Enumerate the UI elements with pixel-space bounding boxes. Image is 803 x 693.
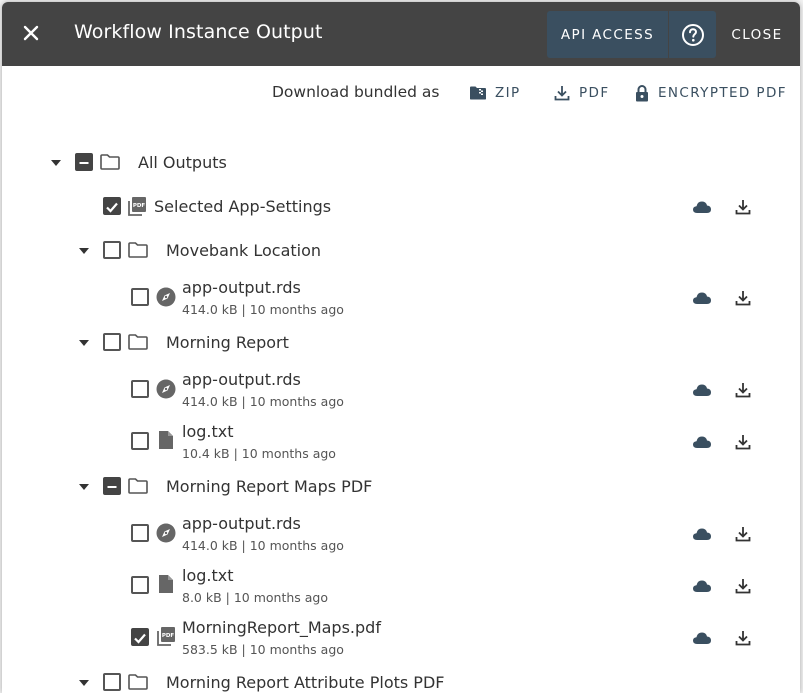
compass-icon xyxy=(156,287,176,307)
tree-file-log-txt[interactable]: log.txt 8.0 kB | 10 months ago xyxy=(2,564,800,608)
tree-file-morningreport-maps-pdf[interactable]: PDF MorningReport_Maps.pdf 583.5 kB | 10… xyxy=(2,616,800,660)
output-dialog: Workflow Instance Output API ACCESS CLOS… xyxy=(2,2,800,693)
tree-file-log-txt[interactable]: log.txt 10.4 kB | 10 months ago xyxy=(2,420,800,464)
cloud-icon[interactable] xyxy=(692,200,712,214)
file-meta: 8.0 kB | 10 months ago xyxy=(182,590,329,605)
file-name: log.txt xyxy=(182,422,234,441)
tree-root-row: All Outputs xyxy=(2,150,800,176)
folder-label: Morning Report Attribute Plots PDF xyxy=(166,673,445,692)
pdf-file-icon: PDF xyxy=(128,197,146,216)
file-icon xyxy=(159,431,173,449)
root-label: All Outputs xyxy=(138,153,227,172)
folder-label: Movebank Location xyxy=(166,241,322,260)
folder-checkbox[interactable] xyxy=(103,241,121,259)
root-checkbox[interactable] xyxy=(75,153,93,171)
file-checkbox[interactable] xyxy=(131,380,149,398)
file-meta: 414.0 kB | 10 months ago xyxy=(182,538,344,553)
close-button[interactable]: CLOSE xyxy=(724,11,790,58)
tree-folder-morning-report-maps-pdf[interactable]: Morning Report Maps PDF xyxy=(2,474,800,500)
caret-down-icon[interactable] xyxy=(78,679,90,687)
cloud-icon[interactable] xyxy=(692,435,712,449)
download-icon xyxy=(554,86,570,101)
help-button[interactable] xyxy=(669,11,716,58)
download-bar: Download bundled as ZIP PDF ENCRYPTED PD… xyxy=(2,82,800,104)
folder-checkbox[interactable] xyxy=(103,333,121,351)
dialog-title: Workflow Instance Output xyxy=(74,21,323,43)
tree-folder-movebank-location[interactable]: Movebank Location xyxy=(2,238,800,264)
file-meta: 583.5 kB | 10 months ago xyxy=(182,642,344,657)
cloud-icon[interactable] xyxy=(692,631,712,645)
download-icon[interactable] xyxy=(735,199,751,215)
caret-down-icon[interactable] xyxy=(78,483,90,491)
file-meta: 10.4 kB | 10 months ago xyxy=(182,446,336,461)
file-checkbox[interactable] xyxy=(131,288,149,306)
download-zip-button[interactable]: ZIP xyxy=(470,82,521,104)
file-checkbox[interactable] xyxy=(131,524,149,542)
download-pdf-button[interactable]: PDF xyxy=(554,82,610,104)
file-icon xyxy=(159,575,173,593)
folder-icon xyxy=(128,674,148,690)
cloud-icon[interactable] xyxy=(692,383,712,397)
zip-folder-icon xyxy=(470,86,486,100)
help-icon xyxy=(681,23,704,46)
caret-down-icon[interactable] xyxy=(78,247,90,255)
download-encrypted-pdf-button[interactable]: ENCRYPTED PDF xyxy=(635,82,787,104)
download-icon[interactable] xyxy=(735,578,751,594)
folder-checkbox[interactable] xyxy=(103,673,121,691)
cloud-icon[interactable] xyxy=(692,291,712,305)
file-checkbox[interactable] xyxy=(131,628,149,646)
api-access-button[interactable]: API ACCESS xyxy=(547,11,668,58)
pdf-label: PDF xyxy=(579,85,610,101)
compass-icon xyxy=(156,379,176,399)
svg-text:PDF: PDF xyxy=(133,203,146,209)
zip-label: ZIP xyxy=(495,85,521,101)
tree-folder-morning-report-attribute-plots-pdf[interactable]: Morning Report Attribute Plots PDF xyxy=(2,670,800,693)
download-icon[interactable] xyxy=(735,290,751,306)
folder-icon xyxy=(128,478,148,494)
tree-item-app-settings[interactable]: PDF Selected App-Settings xyxy=(2,194,800,220)
download-icon[interactable] xyxy=(735,526,751,542)
item-label: Selected App-Settings xyxy=(154,197,332,216)
caret-down-icon[interactable] xyxy=(50,159,62,167)
folder-label: Morning Report Maps PDF xyxy=(166,477,373,496)
file-name: MorningReport_Maps.pdf xyxy=(182,618,381,637)
tree-file-app-output-rds[interactable]: app-output.rds 414.0 kB | 10 months ago xyxy=(2,368,800,412)
encrypted-pdf-label: ENCRYPTED PDF xyxy=(658,85,787,101)
file-name: app-output.rds xyxy=(182,514,301,533)
folder-checkbox[interactable] xyxy=(103,477,121,495)
tree-folder-morning-report[interactable]: Morning Report xyxy=(2,330,800,356)
folder-icon xyxy=(128,242,148,258)
file-name: app-output.rds xyxy=(182,278,301,297)
folder-icon xyxy=(128,334,148,350)
svg-text:PDF: PDF xyxy=(162,633,175,639)
caret-down-icon[interactable] xyxy=(78,339,90,347)
tree-file-app-output-rds[interactable]: app-output.rds 414.0 kB | 10 months ago xyxy=(2,512,800,556)
app-settings-checkbox[interactable] xyxy=(103,197,121,215)
file-meta: 414.0 kB | 10 months ago xyxy=(182,302,344,317)
close-x-icon[interactable] xyxy=(20,22,42,44)
folder-label: Morning Report xyxy=(166,333,289,352)
tree-file-app-output-rds[interactable]: app-output.rds 414.0 kB | 10 months ago xyxy=(2,276,800,320)
download-icon[interactable] xyxy=(735,434,751,450)
file-meta: 414.0 kB | 10 months ago xyxy=(182,394,344,409)
dialog-header: Workflow Instance Output API ACCESS CLOS… xyxy=(2,2,800,66)
download-bundled-label: Download bundled as xyxy=(272,83,440,101)
file-checkbox[interactable] xyxy=(131,432,149,450)
file-name: app-output.rds xyxy=(182,370,301,389)
cloud-icon[interactable] xyxy=(692,579,712,593)
pdf-file-icon: PDF xyxy=(157,627,175,646)
file-name: log.txt xyxy=(182,566,234,585)
file-checkbox[interactable] xyxy=(131,576,149,594)
folder-icon xyxy=(100,154,120,170)
download-icon[interactable] xyxy=(735,382,751,398)
download-icon[interactable] xyxy=(735,630,751,646)
compass-icon xyxy=(156,523,176,543)
lock-icon xyxy=(636,84,648,101)
cloud-icon[interactable] xyxy=(692,527,712,541)
